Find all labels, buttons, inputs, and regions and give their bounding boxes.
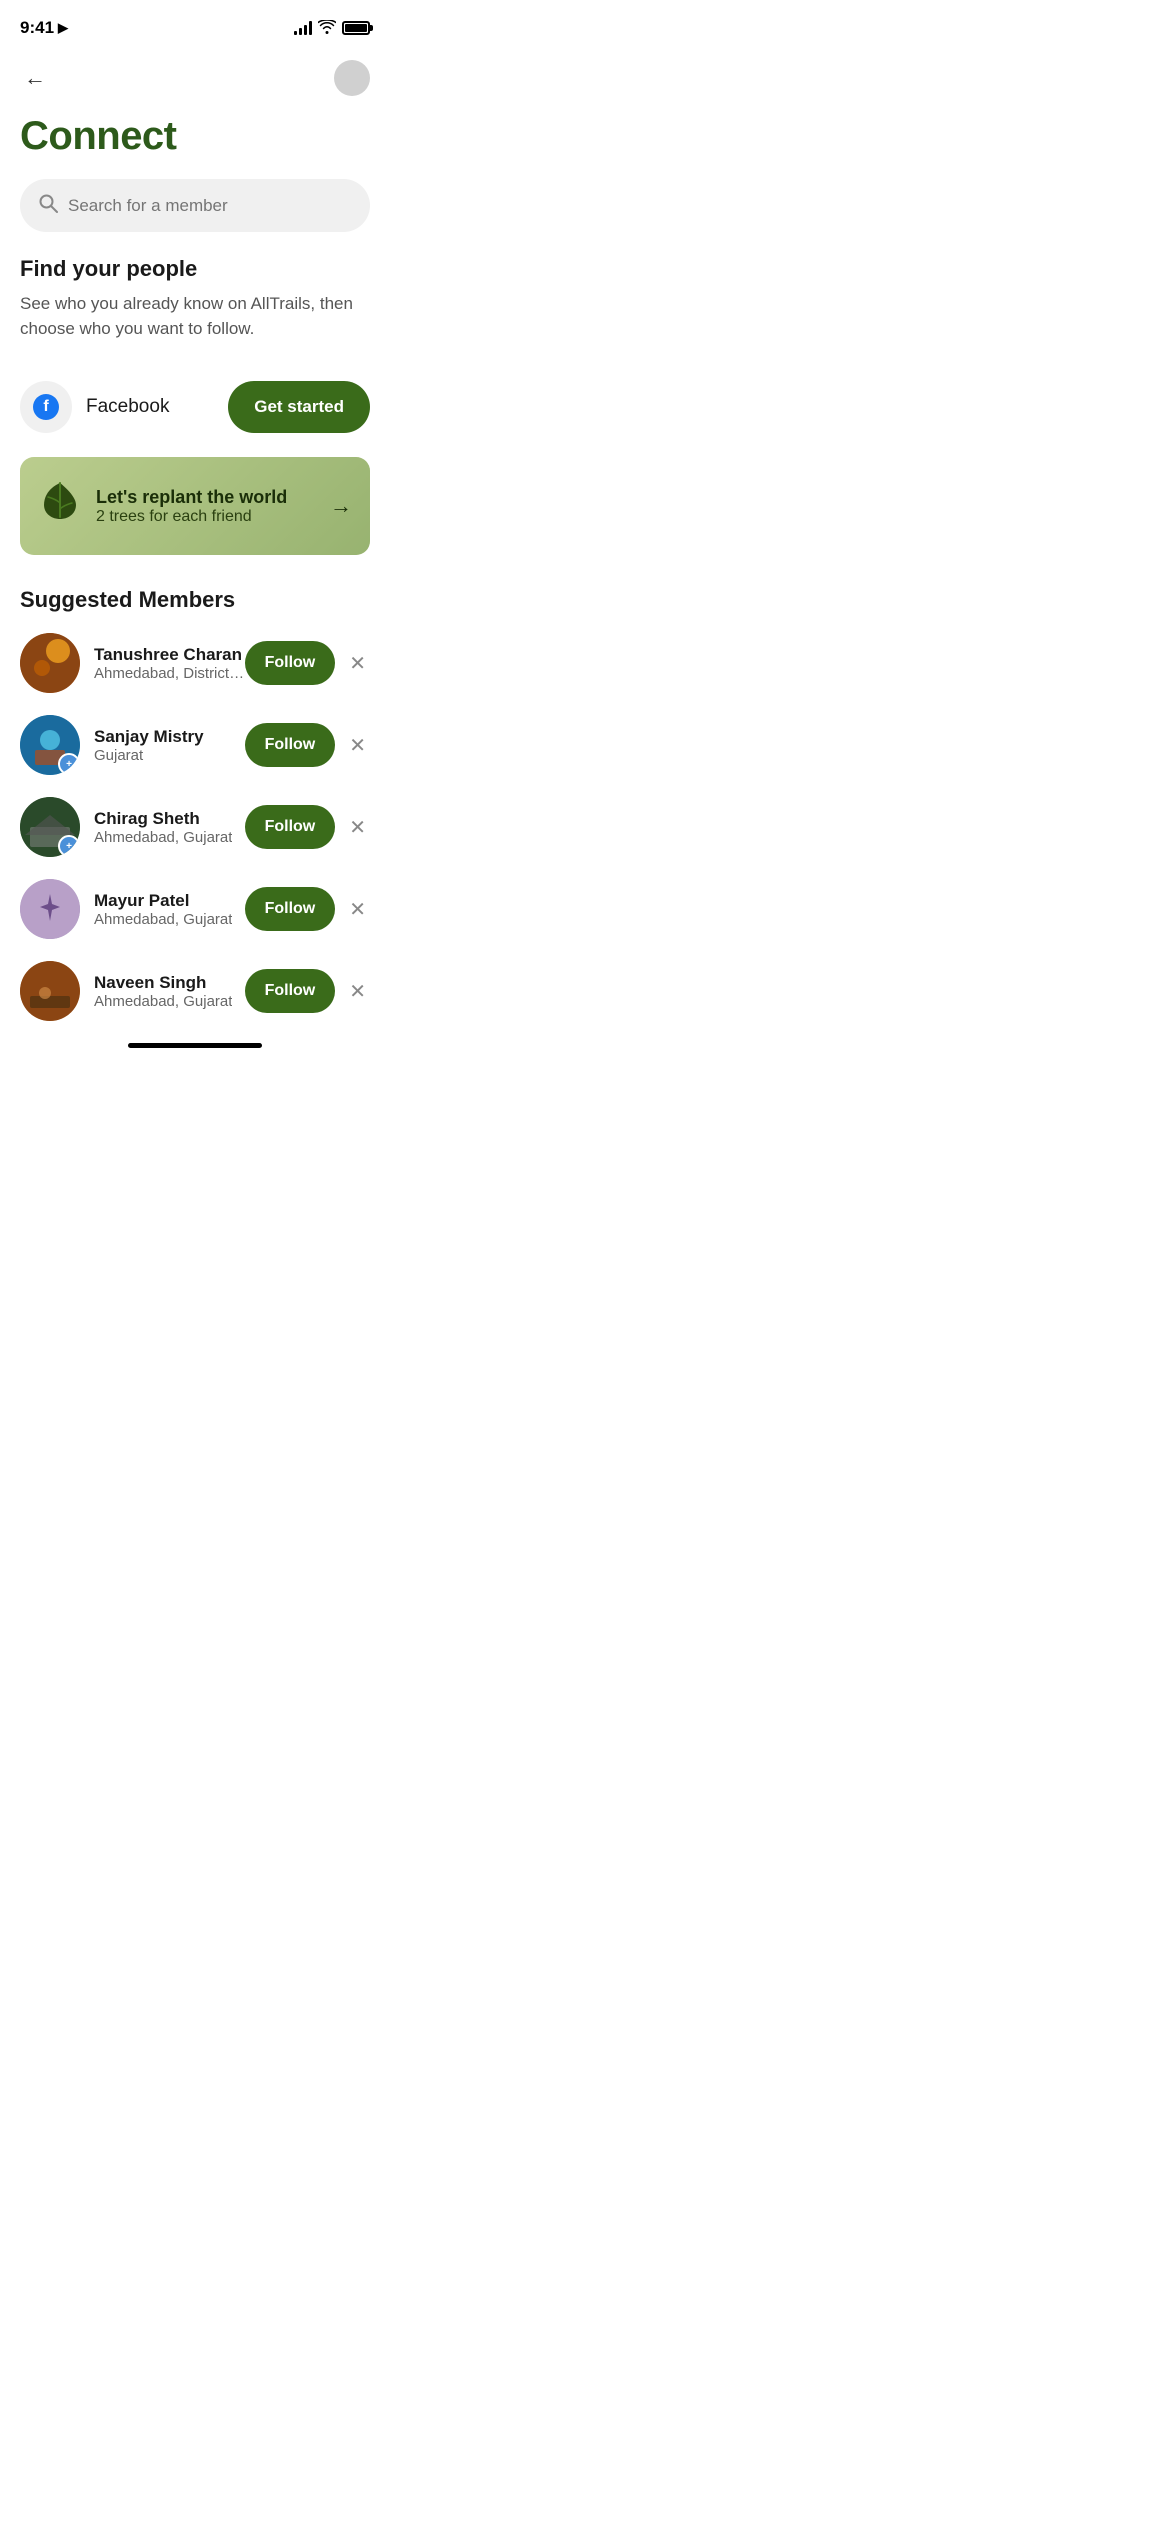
- follow-button[interactable]: Follow: [245, 641, 336, 685]
- leaf-icon: [38, 479, 82, 533]
- dismiss-button[interactable]: ✕: [345, 647, 370, 680]
- facebook-icon-wrap: f: [20, 381, 72, 433]
- back-button[interactable]: ←: [20, 61, 50, 95]
- dismiss-button[interactable]: ✕: [345, 729, 370, 762]
- find-description: See who you already know on AllTrails, t…: [20, 292, 370, 341]
- find-section: Find your people See who you already kno…: [0, 256, 390, 365]
- avatar: [20, 879, 80, 939]
- status-icons: [294, 20, 370, 37]
- member-actions: Follow ✕: [245, 887, 370, 931]
- avatar: +: [20, 797, 80, 857]
- facebook-label: Facebook: [86, 396, 169, 418]
- header: ←: [0, 50, 390, 106]
- replant-text: Let's replant the world 2 trees for each…: [96, 487, 287, 526]
- suggested-title: Suggested Members: [20, 587, 370, 613]
- status-bar: 9:41 ▶: [0, 0, 390, 50]
- dismiss-button[interactable]: ✕: [345, 811, 370, 844]
- header-dot[interactable]: [334, 60, 370, 96]
- replant-banner[interactable]: Let's replant the world 2 trees for each…: [20, 457, 370, 555]
- facebook-left: f Facebook: [20, 381, 169, 433]
- member-location: Ahmedabad, Gujarat: [94, 829, 232, 846]
- search-input[interactable]: [68, 196, 352, 216]
- member-location: Ahmedabad, Gujarat: [94, 911, 232, 928]
- battery-icon: [342, 21, 370, 35]
- member-actions: Follow ✕: [245, 969, 370, 1013]
- suggested-section: Suggested Members Tanushree Charan Ahmed…: [0, 587, 390, 1021]
- list-item: Tanushree Charan Ahmedabad, District of …: [20, 633, 370, 693]
- dismiss-button[interactable]: ✕: [345, 893, 370, 926]
- avatar: +: [20, 715, 80, 775]
- member-left: Mayur Patel Ahmedabad, Gujarat: [20, 879, 245, 939]
- member-name: Naveen Singh: [94, 973, 232, 993]
- member-left: + Chirag Sheth Ahmedabad, Gujarat: [20, 797, 245, 857]
- member-actions: Follow ✕: [245, 805, 370, 849]
- replant-title: Let's replant the world: [96, 487, 287, 508]
- member-name: Chirag Sheth: [94, 809, 232, 829]
- member-actions: Follow ✕: [245, 723, 370, 767]
- member-location: Ahmedabad, District of Colu...: [94, 665, 245, 682]
- list-item: + Chirag Sheth Ahmedabad, Gujarat Follow…: [20, 797, 370, 857]
- find-title: Find your people: [20, 256, 370, 282]
- member-left: Naveen Singh Ahmedabad, Gujarat: [20, 961, 245, 1021]
- home-indicator: [128, 1043, 262, 1048]
- replant-subtitle: 2 trees for each friend: [96, 508, 287, 526]
- search-bar[interactable]: [20, 179, 370, 232]
- follow-button[interactable]: Follow: [245, 887, 336, 931]
- member-name: Sanjay Mistry: [94, 727, 204, 747]
- status-time: 9:41 ▶: [20, 18, 68, 38]
- list-item: Naveen Singh Ahmedabad, Gujarat Follow ✕: [20, 961, 370, 1021]
- member-location: Ahmedabad, Gujarat: [94, 993, 232, 1010]
- search-icon: [38, 193, 58, 218]
- dismiss-button[interactable]: ✕: [345, 975, 370, 1008]
- replant-left: Let's replant the world 2 trees for each…: [38, 479, 287, 533]
- member-left: Tanushree Charan Ahmedabad, District of …: [20, 633, 245, 693]
- member-location: Gujarat: [94, 747, 204, 764]
- member-info: Mayur Patel Ahmedabad, Gujarat: [94, 891, 232, 928]
- get-started-button[interactable]: Get started: [228, 381, 370, 433]
- avatar: [20, 961, 80, 1021]
- member-badge: +: [58, 753, 80, 775]
- signal-bars-icon: [294, 21, 312, 35]
- replant-arrow-icon: →: [330, 493, 352, 519]
- facebook-icon: f: [33, 394, 59, 420]
- page-title: Connect: [0, 106, 390, 179]
- wifi-icon: [318, 20, 336, 37]
- facebook-row: f Facebook Get started: [0, 365, 390, 457]
- member-actions: Follow ✕: [245, 641, 370, 685]
- member-info: Chirag Sheth Ahmedabad, Gujarat: [94, 809, 232, 846]
- location-arrow-icon: ▶: [58, 20, 68, 36]
- follow-button[interactable]: Follow: [245, 969, 336, 1013]
- follow-button[interactable]: Follow: [245, 805, 336, 849]
- follow-button[interactable]: Follow: [245, 723, 336, 767]
- avatar: [20, 633, 80, 693]
- member-name: Mayur Patel: [94, 891, 232, 911]
- list-item: + Sanjay Mistry Gujarat Follow ✕: [20, 715, 370, 775]
- list-item: Mayur Patel Ahmedabad, Gujarat Follow ✕: [20, 879, 370, 939]
- member-name: Tanushree Charan: [94, 645, 245, 665]
- member-info: Tanushree Charan Ahmedabad, District of …: [94, 645, 245, 682]
- member-left: + Sanjay Mistry Gujarat: [20, 715, 245, 775]
- member-info: Sanjay Mistry Gujarat: [94, 727, 204, 764]
- member-badge: +: [58, 835, 80, 857]
- member-info: Naveen Singh Ahmedabad, Gujarat: [94, 973, 232, 1010]
